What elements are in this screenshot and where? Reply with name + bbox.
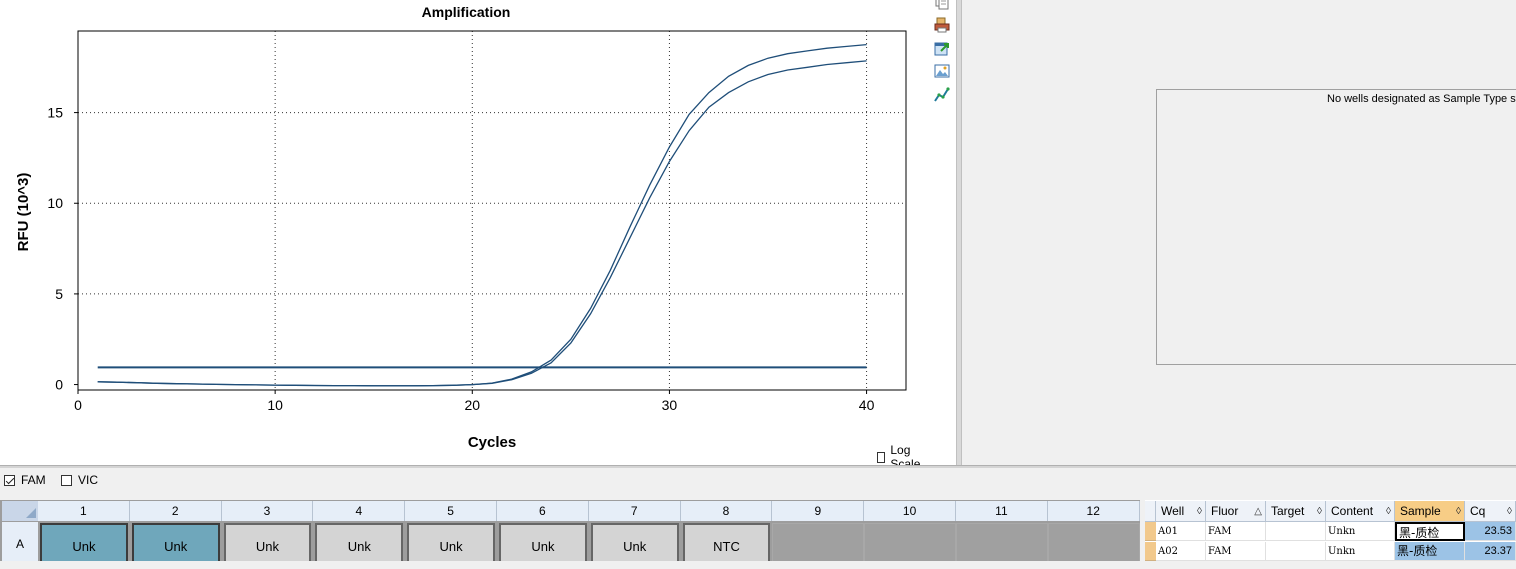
amplification-curve-2[interactable] — [97, 60, 867, 387]
column-header-cq[interactable]: Cq ◊ — [1465, 501, 1516, 522]
x-tick-label: 10 — [267, 397, 283, 413]
results-table: Well ◊ Fluor △ Target ◊ Content ◊ Sample ◊ Cq ◊ A01… — [1145, 500, 1516, 561]
row-selector[interactable] — [1145, 522, 1156, 541]
y-tick-label: 15 — [47, 105, 63, 121]
plate-well-a11[interactable] — [956, 523, 1048, 561]
amplification-chart-panel: Amplification Cycles RFU (10^3) 0 10 20 30 4… — [0, 0, 928, 471]
sort-icon[interactable]: ◊ — [1507, 501, 1512, 522]
cell-sample[interactable]: 黑-质检 — [1395, 542, 1465, 561]
x-tick-label: 40 — [859, 397, 875, 413]
plate-well-a6[interactable]: Unk — [499, 523, 587, 561]
column-header-sample[interactable]: Sample ◊ — [1395, 501, 1465, 522]
select-all-icon — [26, 508, 36, 518]
plate-column-header-1[interactable]: 1 — [38, 501, 130, 521]
row-selector[interactable] — [1145, 542, 1156, 561]
amplification-chart: Amplification Cycles RFU (10^3) 0 10 20 30 4… — [15, 4, 907, 451]
plate-view: 1 2 3 4 5 6 7 8 9 10 11 12 A Unk Unk Unk Unk Unk Unk Unk N… — [0, 500, 1140, 561]
chart-series — [97, 43, 867, 387]
cell-fluor[interactable]: FAM — [1206, 542, 1266, 561]
plate-well-a2[interactable]: Unk — [131, 523, 220, 561]
chart-grid — [78, 31, 906, 390]
plate-row-header-a[interactable]: A — [2, 522, 38, 561]
log-scale-checkbox[interactable] — [877, 451, 886, 463]
plate-column-header-6[interactable]: 6 — [497, 501, 589, 521]
plate-column-header-4[interactable]: 4 — [313, 501, 406, 521]
plot-area-border — [77, 30, 907, 391]
plate-well-a1[interactable]: Unk — [40, 523, 128, 561]
x-tick-label: 20 — [464, 397, 480, 413]
column-header-label: Content — [1331, 504, 1374, 518]
sort-icon[interactable]: ◊ — [1456, 501, 1461, 522]
cell-well[interactable]: A01 — [1156, 522, 1206, 541]
plate-well-a4[interactable]: Unk — [315, 523, 404, 561]
plate-column-header-12[interactable]: 12 — [1047, 501, 1140, 521]
column-header-label: Well — [1161, 504, 1185, 518]
y-tick-label: 10 — [47, 195, 63, 211]
column-header-label: Target — [1271, 504, 1305, 518]
fluor-fam-label: FAM — [21, 473, 46, 487]
chart-toolbar — [928, 0, 956, 465]
plate-column-header-7[interactable]: 7 — [588, 501, 681, 521]
plate-well-a8[interactable]: NTC — [682, 523, 771, 561]
sort-icon[interactable]: ◊ — [1197, 501, 1202, 522]
plate-well-a10[interactable] — [864, 523, 956, 561]
cell-content[interactable]: Unkn — [1326, 522, 1395, 541]
sample-type-chart-box: No wells designated as Sample Type sta — [1156, 89, 1516, 365]
cell-sample[interactable]: 黑-质检 — [1395, 522, 1465, 541]
x-tick-label: 30 — [662, 397, 678, 413]
cell-target[interactable] — [1266, 522, 1326, 541]
fluorophore-selector: FAM VIC — [0, 468, 1516, 498]
plate-column-header-9[interactable]: 9 — [772, 501, 865, 521]
fluor-fam-toggle[interactable]: FAM — [4, 473, 46, 487]
fluor-vic-toggle[interactable]: VIC — [61, 473, 98, 487]
cell-cq[interactable]: 23.53 — [1465, 522, 1516, 541]
chart-options-icon[interactable] — [934, 87, 950, 103]
image-icon[interactable] — [934, 63, 950, 79]
fluor-vic-checkbox[interactable] — [61, 474, 72, 486]
sort-icon[interactable]: △ — [1254, 501, 1262, 522]
plate-column-header-2[interactable]: 2 — [129, 501, 222, 521]
row-header-corner — [1145, 501, 1156, 522]
column-header-well[interactable]: Well ◊ — [1156, 501, 1206, 522]
cell-fluor[interactable]: FAM — [1206, 522, 1266, 541]
cell-well[interactable]: A02 — [1156, 542, 1206, 561]
plate-column-header-10[interactable]: 10 — [864, 501, 956, 521]
column-header-label: Sample — [1400, 504, 1441, 518]
fluor-vic-label: VIC — [78, 473, 99, 487]
plate-well-a12[interactable] — [1047, 523, 1140, 561]
x-axis-label: Cycles — [468, 434, 516, 451]
plate-column-header-8[interactable]: 8 — [680, 501, 773, 521]
y-tick-label: 5 — [55, 286, 63, 302]
amplification-curve-1[interactable] — [97, 43, 867, 387]
column-header-label: Cq — [1470, 504, 1486, 518]
column-header-fluor[interactable]: Fluor △ — [1206, 501, 1266, 522]
column-header-label: Fluor — [1211, 504, 1239, 518]
plate-column-header-5[interactable]: 5 — [405, 501, 497, 521]
y-tick-label: 0 — [55, 377, 63, 393]
plate-column-header-11[interactable]: 11 — [956, 501, 1048, 521]
no-wells-message: No wells designated as Sample Type sta — [1327, 93, 1516, 105]
chart-title: Amplification — [422, 4, 511, 20]
column-header-target[interactable]: Target ◊ — [1266, 501, 1326, 522]
x-tick-label: 0 — [74, 397, 82, 413]
plate-well-a5[interactable]: Unk — [407, 523, 495, 561]
copy-icon[interactable] — [934, 0, 950, 10]
plate-select-all[interactable] — [2, 501, 38, 521]
cell-content[interactable]: Unkn — [1326, 542, 1395, 561]
plate-well-a9[interactable] — [772, 523, 865, 561]
sort-icon[interactable]: ◊ — [1386, 501, 1391, 522]
fluor-fam-checkbox[interactable] — [4, 474, 15, 486]
plate-well-a7[interactable]: Unk — [590, 523, 679, 561]
plate-column-header-3[interactable]: 3 — [221, 501, 314, 521]
sort-icon[interactable]: ◊ — [1317, 501, 1322, 522]
export-icon[interactable] — [934, 40, 950, 56]
right-panel: No wells designated as Sample Type sta — [962, 0, 1516, 465]
cell-target[interactable] — [1266, 542, 1326, 561]
y-axis-label: RFU (10^3) — [15, 173, 32, 252]
print-icon[interactable] — [934, 17, 950, 33]
cell-cq[interactable]: 23.37 — [1465, 542, 1516, 561]
plate-well-a3[interactable]: Unk — [223, 523, 312, 561]
column-header-content[interactable]: Content ◊ — [1326, 501, 1395, 522]
